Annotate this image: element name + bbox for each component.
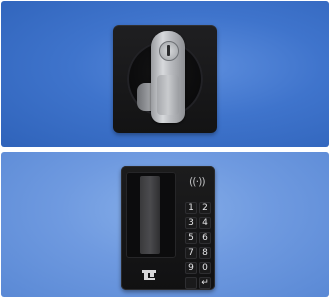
rfid-icon: ((·)) [189,175,206,188]
key-slot [167,45,170,56]
keypad-lock-panel: ((·)) 1 2 3 4 5 6 7 8 9 0 ↵ [1,152,329,297]
key-4: 4 [199,217,211,229]
key-6: 6 [199,232,211,244]
key-3: 3 [185,217,197,229]
key-8: 8 [199,247,211,259]
key-5: 5 [185,232,197,244]
swing-handle [151,31,185,123]
key-2: 2 [199,202,211,214]
handle-collar [137,83,151,111]
brand-logo-icon [142,270,156,280]
handle-bar [140,176,160,254]
key-9: 9 [185,262,197,274]
keyhole-icon [159,41,179,61]
key-0: 0 [199,262,211,274]
key-1: 1 [185,202,197,214]
handle-grip [126,172,176,258]
lock-bezel [113,25,217,133]
key-7: 7 [185,247,197,259]
photo-canvas: ((·)) 1 2 3 4 5 6 7 8 9 0 ↵ [0,0,332,298]
swing-handle-lock-panel [1,1,329,147]
key-blank [185,277,197,289]
key-enter: ↵ [199,277,211,289]
keypad-grid: 1 2 3 4 5 6 7 8 9 0 ↵ [185,202,211,289]
keypad-lock-body: ((·)) 1 2 3 4 5 6 7 8 9 0 ↵ [121,166,215,290]
